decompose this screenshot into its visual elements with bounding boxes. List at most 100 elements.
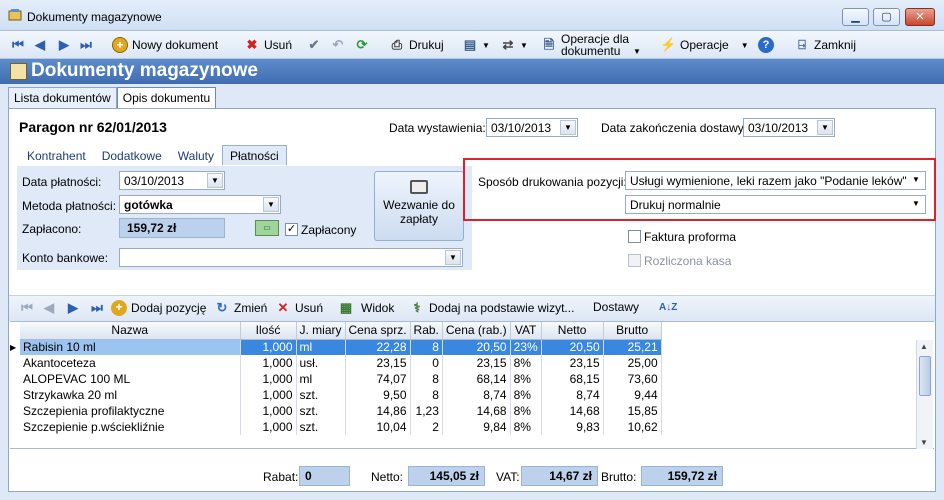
column-header[interactable]: Netto [541,322,604,340]
delivery-end-label: Data zakończenia dostawy: [601,121,748,135]
chevron-down-icon[interactable]: ▼ [817,120,833,135]
scroll-up-icon[interactable]: ▲ [920,342,928,351]
grid-last-icon[interactable]: ⏭ [89,300,105,316]
table-row[interactable]: Szczepienie p.wściekliźnie 1,000 szt. 10… [10,419,662,435]
nav-next-icon[interactable]: ▶ [56,34,72,56]
view-button[interactable]: ▦ Widok [335,300,395,316]
table-row[interactable]: ALOPEVAC 100 ML 1,000 ml 74,07 8 68,14 8… [10,371,662,387]
transfer-dropdown[interactable]: ⇄ ▼ [500,34,528,56]
tab-contractor[interactable]: Kontrahent [19,145,94,165]
chevron-down-icon[interactable]: ▼ [445,250,461,265]
documents-icon [10,63,27,80]
bank-account-select[interactable]: ▼ [119,248,463,267]
document-title: Paragon nr 62/01/2013 [19,119,167,135]
grid-prev-icon[interactable]: ◀ [41,300,57,316]
refresh-icon[interactable]: ⟳ [354,34,370,56]
tab-currencies[interactable]: Waluty [170,145,222,165]
undo-icon[interactable]: ↶ [330,34,346,56]
help-icon[interactable]: ? [758,34,774,56]
tab-document-list[interactable]: Lista dokumentów [8,87,117,108]
chevron-down-icon[interactable]: ▼ [908,197,924,212]
sort-az-icon[interactable]: A↓Z [659,300,677,316]
nav-last-icon[interactable]: ⏭ [78,34,94,56]
column-header[interactable]: Brutto [603,322,662,340]
tab-payments[interactable]: Płatności [222,145,287,165]
scroll-thumb[interactable] [919,356,931,396]
page-title: Dokumenty magazynowe [31,60,258,81]
proforma-checkbox[interactable] [628,230,641,243]
scroll-down-icon[interactable]: ▼ [920,438,928,447]
export-icon: ▤ [463,37,477,52]
table-row[interactable]: Szczepienia profilaktyczne 1,000 szt. 14… [10,403,662,419]
operations-button[interactable]: ⚡ Operacje ▼ [660,34,749,56]
grid-first-icon[interactable]: ⏮ [19,300,35,316]
tab-additional[interactable]: Dodatkowe [94,145,170,165]
minimize-button[interactable]: ▁ [842,8,869,26]
totals-bar: Rabat: 0 Netto: 145,05 zł VAT: 14,67 zł … [9,461,935,491]
paid-label: Zapłacono: [22,222,82,236]
approve-icon[interactable]: ✔ [306,34,322,56]
delivery-end-date-picker[interactable]: 03/10/2013 ▼ [743,118,835,137]
close-window-button[interactable]: ✕ [905,8,935,26]
column-header[interactable]: Nazwa [20,322,241,340]
print-button[interactable]: ⎙ Drukuj [389,34,444,56]
column-header[interactable]: Cena (rab.) [442,322,511,340]
settled-checkbox[interactable] [628,254,641,267]
print-mode-label: Sposób drukowania pozycji: [478,175,627,189]
payment-date-label: Data płatności: [22,175,102,189]
grid-next-icon[interactable]: ▶ [65,300,81,316]
close-button[interactable]: ⍈ Zamknij [794,34,856,56]
edit-icon: ↻ [216,300,228,315]
add-icon: + [112,37,128,53]
nav-first-icon[interactable]: ⏮ [10,34,26,56]
transfer-icon: ⇄ [502,37,514,52]
column-header[interactable]: Rab. [410,322,443,340]
table-row[interactable]: Strzykawka 20 ml 1,000 szt. 9,50 8 8,74 … [10,387,662,403]
delete-icon: ✕ [277,300,289,315]
row-indicator-icon: ▶ [10,339,20,355]
add-item-button[interactable]: + Dodaj pozycję [111,300,206,316]
cash-icon[interactable]: ▭ [255,220,279,236]
delete-icon: ✖ [246,37,258,52]
nav-prev-icon[interactable]: ◀ [32,34,48,56]
column-header[interactable]: Cena sprz. [345,322,411,340]
new-document-button[interactable]: + Nowy dokument [112,34,218,56]
deliveries-button[interactable]: Dostawy [593,300,639,314]
payment-date-picker[interactable]: 03/10/2013 ▼ [119,171,225,190]
grid-scrollbar[interactable]: ▲ ▼ [916,340,933,449]
payment-method-select[interactable]: gotówka ▼ [119,195,281,214]
discount-value: 0 [299,466,350,486]
module-header: Dokumenty magazynowe [0,59,944,84]
chevron-down-icon[interactable]: ▼ [207,173,223,188]
chevron-down-icon[interactable]: ▼ [560,120,576,135]
column-header[interactable]: VAT [510,322,542,340]
table-row[interactable]: Akantoceteza 1,000 usł. 23,15 0 23,15 8%… [10,355,662,371]
column-header[interactable]: J. miary [296,322,346,340]
grid-toolbar: ⏮ ◀ ▶ ⏭ + Dodaj pozycję ↻ Zmień ✕ Usuń ▦… [9,295,935,321]
printer-icon [410,180,428,194]
payment-reminder-button[interactable]: Wezwanie do zapłaty [374,171,464,241]
maximize-button[interactable]: ▢ [873,8,900,26]
delete-item-button[interactable]: ✕ Usuń [275,300,323,316]
table-row[interactable]: ▶ Rabisin 10 ml 1,000 ml 22,28 8 20,50 2… [10,339,662,355]
net-label: Netto: [371,470,404,484]
chevron-down-icon[interactable]: ▼ [908,173,924,188]
delete-button[interactable]: ✖ Usuń [244,34,292,56]
export-dropdown[interactable]: ▤ ▼ [462,34,490,56]
add-from-visits-button[interactable]: ⚕ Dodaj na podstawie wizyt... [409,300,574,316]
visits-icon: ⚕ [413,300,421,315]
issue-date-picker[interactable]: 03/10/2013 ▼ [486,118,578,137]
document-operations-button[interactable]: 🗎 Operacje dla dokumentu ▼ [541,33,641,57]
print-style-select[interactable]: Drukuj normalnie ▼ [625,195,926,214]
net-total: 145,05 zł [408,466,485,486]
proforma-label: Faktura proforma [644,230,737,244]
chevron-down-icon[interactable]: ▼ [263,197,279,212]
print-mode-select[interactable]: Usługi wymienione, leki razem jako "Poda… [625,171,926,190]
tab-document-description[interactable]: Opis dokumentu [116,87,217,110]
main-tabs: Lista dokumentów Opis dokumentu [8,87,217,110]
document-panel: Paragon nr 62/01/2013 Data wystawienia: … [8,108,936,492]
detail-tabs: Kontrahent Dodatkowe Waluty Płatności [19,145,287,165]
paid-checkbox[interactable]: ✓ [285,223,298,236]
column-header[interactable]: Ilość [240,322,297,340]
edit-item-button[interactable]: ↻ Zmień [214,300,268,316]
